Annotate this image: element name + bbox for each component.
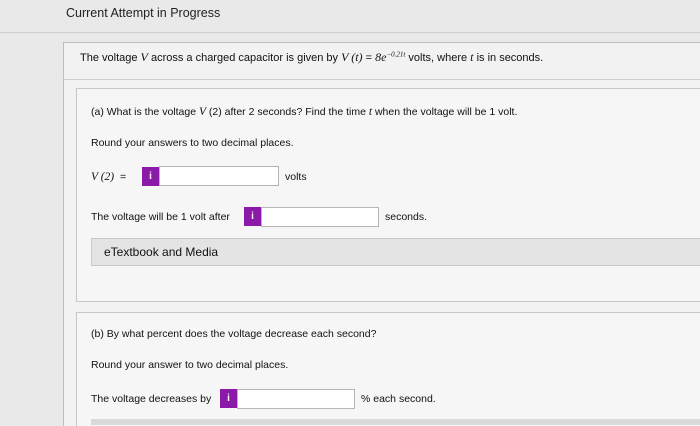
v2-label: V (2) (91, 171, 115, 183)
part-a-question: (a) What is the voltage V (2) after 2 se… (91, 106, 517, 118)
part-b-instruction: Round your answer to two decimal places. (91, 359, 289, 371)
intro-pre: The voltage (80, 52, 141, 64)
v2-input[interactable] (159, 166, 279, 186)
intro-post2: is in seconds. (473, 52, 544, 64)
info-icon[interactable]: i (220, 389, 237, 408)
part-a-q-post: when the voltage will be 1 volt. (372, 106, 518, 118)
part-b-question: (b) By what percent does the voltage dec… (91, 328, 377, 340)
intro-base: 8e (375, 50, 387, 64)
intro-func: V (t) (341, 50, 363, 64)
next-section-edge (91, 419, 700, 425)
problem-statement: The voltage V across a charged capacitor… (80, 50, 543, 65)
intro-mid: across a charged capacitor is given by (147, 52, 342, 64)
etextbook-media-button[interactable]: eTextbook and Media (91, 238, 700, 266)
section-divider (63, 79, 700, 80)
page-title: Current Attempt in Progress (66, 6, 221, 20)
intro-var-v: V (140, 50, 148, 64)
intro-eq: = (362, 52, 376, 64)
v2-label-group: V (2) = (91, 171, 126, 183)
part-a-q-var: V (198, 106, 206, 118)
percent-unit: % each second. (361, 393, 436, 405)
percent-input[interactable] (237, 389, 355, 409)
intro-post: volts, where (405, 52, 471, 64)
intro-exponent: −0.21t (386, 50, 406, 59)
info-icon[interactable]: i (142, 167, 159, 186)
time-input[interactable] (261, 207, 379, 227)
part-a-card (76, 88, 700, 302)
info-icon[interactable]: i (244, 207, 261, 226)
part-a-q-pre: (a) What is the voltage (91, 106, 199, 118)
v2-equals: = (119, 171, 127, 183)
time-unit: seconds. (385, 211, 428, 223)
header-divider (0, 32, 700, 33)
time-label: The voltage will be 1 volt after (91, 211, 230, 223)
decrease-label: The voltage decreases by (91, 393, 212, 405)
v2-unit: volts (285, 171, 307, 183)
part-a-q-mid: (2) after 2 seconds? Find the time (206, 106, 369, 118)
part-a-instruction: Round your answers to two decimal places… (91, 137, 294, 149)
etextbook-label: eTextbook and Media (104, 245, 219, 259)
